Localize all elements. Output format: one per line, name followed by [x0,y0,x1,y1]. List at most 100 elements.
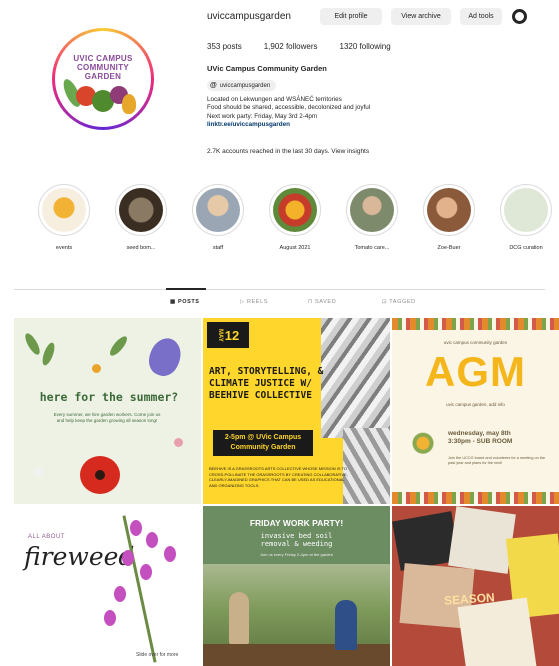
tab-tagged[interactable]: ⊡ TAGGED [382,299,416,305]
person-graphic [229,592,249,644]
insights-link[interactable]: 2.7K accounts reached in the last 30 day… [207,148,369,155]
threads-handle: uviccampusgarden [219,82,271,89]
followers-link[interactable]: 1,902 followers [264,42,318,51]
profile-stats: 353 posts 1,902 followers 1320 following [207,42,391,51]
highlight-cover [196,188,240,232]
view-archive-button[interactable]: View archive [391,8,451,25]
threads-icon: @ [210,82,217,89]
post-body: Every summer, we hire garden workers. Co… [53,412,161,423]
post-tile[interactable]: MAY 12 ART, STORYTELLING, & CLIMATE JUSTI… [203,318,390,504]
edit-profile-button[interactable]: Edit profile [320,8,382,25]
flower-graphic [34,468,43,477]
post-heading: fireweed [24,542,135,571]
post-tile[interactable]: ALL ABOUT fireweed Slide over for more [14,506,201,666]
flower-graphic [174,438,183,447]
post-heading: ART, STORYTELLING, & CLIMATE JUSTICE W/ … [209,366,324,401]
leaf-graphic [107,333,130,359]
highlight-label: events [55,245,73,251]
highlight-ring [192,184,244,236]
tab-saved[interactable]: ⊓ SAVED [308,299,336,305]
collage-piece [457,597,537,666]
highlight-cover [427,188,471,232]
post-heading: AGM [425,348,526,395]
highlight-label: staff [212,245,224,251]
highlight-dcg-curation[interactable]: DCG curation [498,184,554,251]
story-highlights: events seed bom... staff August 2021 Tom… [30,184,559,264]
flower-graphic [92,364,101,373]
leaf-graphic [22,331,43,357]
reels-icon: ▷ [240,299,247,305]
petal-graphic [122,550,134,566]
active-tab-indicator [166,288,206,290]
profile-username: uviccampusgarden [207,11,291,22]
petal-graphic [104,610,116,626]
highlight-ring [423,184,475,236]
following-link[interactable]: 1320 following [340,42,391,51]
highlight-august[interactable]: August 2021 [267,184,323,251]
highlight-seed-bomb[interactable]: seed bom... [113,184,169,251]
poppy-graphic [80,456,120,494]
post-heading: FRIDAY WORK PARTY! [249,518,344,528]
decorative-border [392,492,559,504]
tab-reels[interactable]: ▷ REELS [240,299,268,305]
bio-link[interactable]: linktr.ee/uviccampusgarden [207,121,370,129]
person-graphic [335,600,357,650]
highlight-tomato-care[interactable]: Tomato care... [344,184,400,251]
highlight-cover [42,188,86,232]
petal-graphic [164,546,176,562]
avatar-image: UVIC CAMPUS COMMUNITY GARDEN [55,31,151,127]
highlight-ring [38,184,90,236]
tabs-divider [14,289,545,290]
highlight-label: Tomato care... [354,245,390,251]
bio-line: Next work party: Friday, May 3rd 2-4pm [207,112,318,120]
post-tile[interactable]: uvic campus community garden AGM uvic ca… [392,318,559,504]
highlight-zoe[interactable]: Zoe-Buer [421,184,477,251]
post-subheading: invasive bed soil removal & weeding [260,532,333,548]
illustration-graphic [343,428,390,504]
petal-graphic [146,532,158,548]
profile-full-name: UVic Campus Community Garden [207,64,327,73]
flower-graphic [410,430,436,474]
post-subheading: uvic campus community garden [443,340,508,345]
highlight-ring [500,184,552,236]
grid-icon: ▦ [170,299,178,305]
bellflower-graphic [144,334,186,380]
highlight-events[interactable]: events [36,184,92,251]
leaf-graphic [40,341,57,367]
post-body: Join us every Friday 2-4pm at the garden [260,552,333,557]
post-body: Join the UCCG board and volunteers for a… [448,456,546,465]
post-tile[interactable]: SEASON [392,506,559,666]
post-date: wednesday, may 8th 3:30pm - SUB ROOM [448,430,513,445]
highlight-label: August 2021 [279,245,311,251]
profile-avatar[interactable]: UVIC CAMPUS COMMUNITY GARDEN [52,28,154,130]
ad-tools-button[interactable]: Ad tools [460,8,502,25]
highlight-ring [346,184,398,236]
posts-count: 353 posts [207,42,242,51]
garden-bed-graphic [203,644,390,666]
decorative-border [392,318,559,330]
post-heading: here for the summer? [39,390,179,404]
bookmark-icon: ⊓ [308,299,316,305]
settings-gear-icon[interactable] [512,9,527,24]
highlight-cover [119,188,163,232]
tab-posts[interactable]: ▦ POSTS [170,299,200,305]
highlight-cover [273,188,317,232]
post-time: 2-5pm @ UVic Campus Community Garden [213,430,313,456]
threads-badge[interactable]: @ uviccampusgarden [207,80,277,91]
squash-graphic [122,94,136,114]
post-subheading: uvic campus garden, add info [446,402,505,407]
highlight-label: DCG curation [509,245,543,251]
post-tile[interactable]: here for the summer? Every summer, we hi… [14,318,201,504]
highlight-ring [115,184,167,236]
highlight-staff[interactable]: staff [190,184,246,251]
petal-graphic [130,520,142,536]
illustration-graphic [321,318,390,438]
bio-line: Food should be shared, accessible, decol… [207,104,371,112]
post-caption: Slide over for more [136,652,179,658]
date-badge: MAY 12 [207,322,249,348]
petal-graphic [140,564,152,580]
post-tile[interactable]: FRIDAY WORK PARTY! invasive bed soil rem… [203,506,390,666]
profile-bio: Located on Lekwungen and WSÁNEĆ territor… [207,96,370,129]
avatar-logo-text: UVIC CAMPUS COMMUNITY GARDEN [73,54,133,81]
highlight-ring [269,184,321,236]
